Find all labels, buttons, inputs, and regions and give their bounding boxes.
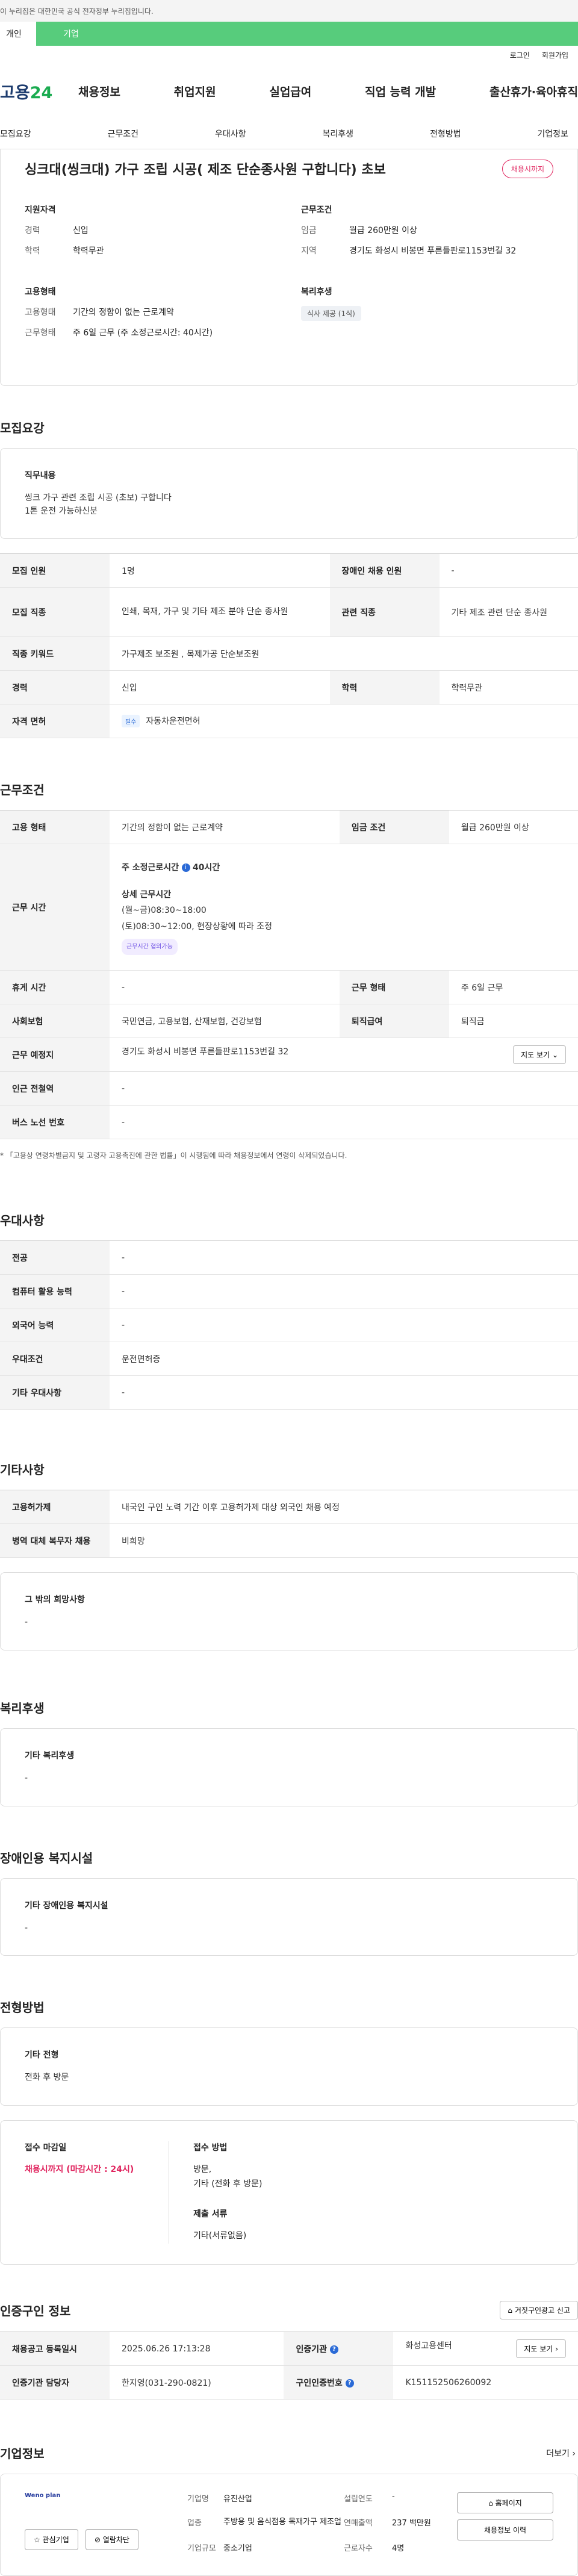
section-title-recruit: 모집요강 bbox=[0, 421, 45, 435]
anchor-recruit[interactable]: 모집요강 bbox=[0, 128, 31, 140]
chevron-down-icon: ⌄ bbox=[552, 1051, 558, 1060]
job-summary-card: 싱크대(씽크대) 가구 조립 시공( 제조 단순종사원 구합니다) 초보 채용시… bbox=[0, 149, 578, 386]
gov-notice-text: 이 누리집은 대한민국 공식 전자정부 누리집입니다. bbox=[0, 7, 154, 16]
job-history-button[interactable]: 채용정보 이력 bbox=[457, 2519, 553, 2541]
pref-table: 전공 - 컴퓨터 활용 능력 - 외국어 능력 - 우대조건 운전면허증 기타 우대사항… bbox=[0, 1240, 578, 1410]
star-icon: ☆ bbox=[34, 2536, 40, 2545]
work-table: 고용 형태 기간의 정함이 없는 근로계약 임금 조건 월급 260만원 이상 근무 … bbox=[0, 810, 578, 1140]
apply-info-box: 접수 마감일 채용시까지 (마감시간 : 24시) 접수 방법 방문, 기타 (… bbox=[0, 2120, 578, 2265]
summary-welfare: 복리후생 식사 제공 (1식) bbox=[301, 285, 553, 347]
join-link[interactable]: 회원가입 bbox=[542, 50, 568, 60]
required-chip: 필수 bbox=[122, 715, 140, 728]
home-report-icon: ⌂ bbox=[508, 2306, 513, 2315]
gnb-item-training[interactable]: 직업 능력 개발 bbox=[365, 83, 436, 99]
section-title-welfare: 복리후생 bbox=[0, 1701, 45, 1716]
status-badge: 채용시까지 bbox=[502, 159, 553, 178]
corp-logo: Weno plan bbox=[25, 2492, 61, 2500]
interest-corp-button[interactable]: ☆ 관심기업 bbox=[25, 2529, 78, 2551]
agency-table: 채용공고 등록일시 2025.06.26 17:13:28 인증기관 ? 화성고용센터… bbox=[0, 2332, 578, 2400]
user-type-tabs: 개인 기업 bbox=[0, 22, 578, 46]
section-title-process: 전형방법 bbox=[0, 2000, 45, 2015]
anchor-corp[interactable]: 기업정보 bbox=[537, 128, 568, 140]
disabled-box: 기타 장애인용 복지시설 - bbox=[0, 1878, 578, 1956]
gov-notice-bar: 이 누리집은 대한민국 공식 전자정부 누리집입니다. bbox=[0, 0, 578, 22]
report-fake-ad-button[interactable]: ⌂ 거짓구인광고 신고 bbox=[500, 2301, 578, 2320]
gnb-item-jobs[interactable]: 채용정보 bbox=[78, 83, 120, 99]
gnb-item-leave[interactable]: 출산휴가·육아휴직 bbox=[489, 83, 578, 99]
section-title-corp: 기업정보 bbox=[0, 2447, 45, 2462]
section-title-agency: 인증구인 정보 bbox=[0, 2304, 71, 2319]
welfare-box: 기타 복리후생 - bbox=[0, 1728, 578, 1806]
corp-more-link[interactable]: 더보기 › bbox=[546, 2447, 578, 2459]
section-anchor-nav: 모집요강 근무조건 우대사항 복리후생 전형방법 기업정보 bbox=[0, 118, 578, 149]
age-law-note: * 「고용상 연령차별금지 및 고령자 고용촉진에 관한 법률」이 시행됨에 따… bbox=[0, 1151, 347, 1160]
anchor-welfare[interactable]: 복리후생 bbox=[322, 128, 353, 140]
summary-qualification: 지원자격 경력 신입 학력 학력무관 bbox=[25, 205, 104, 256]
gnb-item-support[interactable]: 취업지원 bbox=[174, 83, 216, 99]
section-title-disabled: 장애인용 복지시설 bbox=[0, 1850, 93, 1865]
block-view-button[interactable]: ⊘ 열람차단 bbox=[85, 2529, 138, 2551]
deadline-value: 채용시까지 (마감시간 : 24시) bbox=[25, 2165, 134, 2175]
info-icon[interactable]: i bbox=[181, 863, 190, 873]
etc-table: 고용허가제 내국인 구인 노력 기간 이후 고용허가제 대상 외국인 채용 예정 … bbox=[0, 1490, 578, 1558]
section-title-pref: 우대사항 bbox=[0, 1213, 45, 1228]
anchor-work[interactable]: 근무조건 bbox=[107, 128, 138, 140]
login-link[interactable]: 로그인 bbox=[510, 50, 530, 60]
job-title: 싱크대(씽크대) 가구 조립 시공( 제조 단순종사원 구합니다) 초보 bbox=[25, 163, 386, 178]
info-icon[interactable]: ? bbox=[329, 2345, 338, 2354]
site-logo[interactable]: 고용24 bbox=[0, 79, 60, 103]
anchor-pref[interactable]: 우대사항 bbox=[215, 128, 246, 140]
summary-conditions: 근무조건 임금 월급 260만원 이상 지역 경기도 화성시 비봉면 푸른들판로11… bbox=[301, 205, 517, 256]
utility-links: 로그인 회원가입 bbox=[0, 46, 578, 64]
block-icon: ⊘ bbox=[94, 2536, 101, 2545]
section-title-etc: 기타사항 bbox=[0, 1463, 45, 1478]
summary-employment-type: 고용형태 고용형태 기간의 정함이 없는 근로계약 근무형태 주 6일 근무 (주 … bbox=[25, 287, 213, 338]
gnb-item-benefits[interactable]: 실업급여 bbox=[269, 83, 311, 99]
map-view-button[interactable]: 지도 보기 ⌄ bbox=[513, 1045, 566, 1065]
duty-box: 직무내용 씽크 가구 관련 조립 시공 (초보) 구합니다 1톤 운전 가능하신… bbox=[0, 448, 578, 540]
agency-map-button[interactable]: 지도 보기 › bbox=[516, 2339, 566, 2359]
homepage-button[interactable]: ⌂ 홈페이지 bbox=[457, 2492, 553, 2514]
flex-hours-chip: 근무시간 협의가능 bbox=[122, 938, 178, 955]
other-wish-box: 그 밖의 희망사항 - bbox=[0, 1572, 578, 1651]
tab-company[interactable]: 기업 bbox=[36, 22, 578, 46]
corp-info-box: Weno plan ☆ 관심기업 ⊘ 열람차단 기업명 유진산업 설립연도 - 업종… bbox=[0, 2474, 578, 2576]
global-nav: 고용24 채용정보 취업지원 실업급여 직업 능력 개발 출산휴가·육아휴직 bbox=[0, 64, 578, 118]
welfare-chip: 식사 제공 (1식) bbox=[301, 306, 361, 321]
anchor-process[interactable]: 전형방법 bbox=[430, 128, 461, 140]
recruit-table: 모집 인원 1명 장애인 채용 인원 - 모집 직종 인쇄, 목재, 가구 및 기타 제… bbox=[0, 553, 578, 739]
info-icon[interactable]: ? bbox=[345, 2378, 354, 2388]
process-box: 기타 전형 전화 후 방문 bbox=[0, 2027, 578, 2106]
home-icon: ⌂ bbox=[488, 2499, 493, 2508]
section-title-work: 근무조건 bbox=[0, 783, 45, 798]
tab-individual[interactable]: 개인 bbox=[0, 22, 36, 46]
